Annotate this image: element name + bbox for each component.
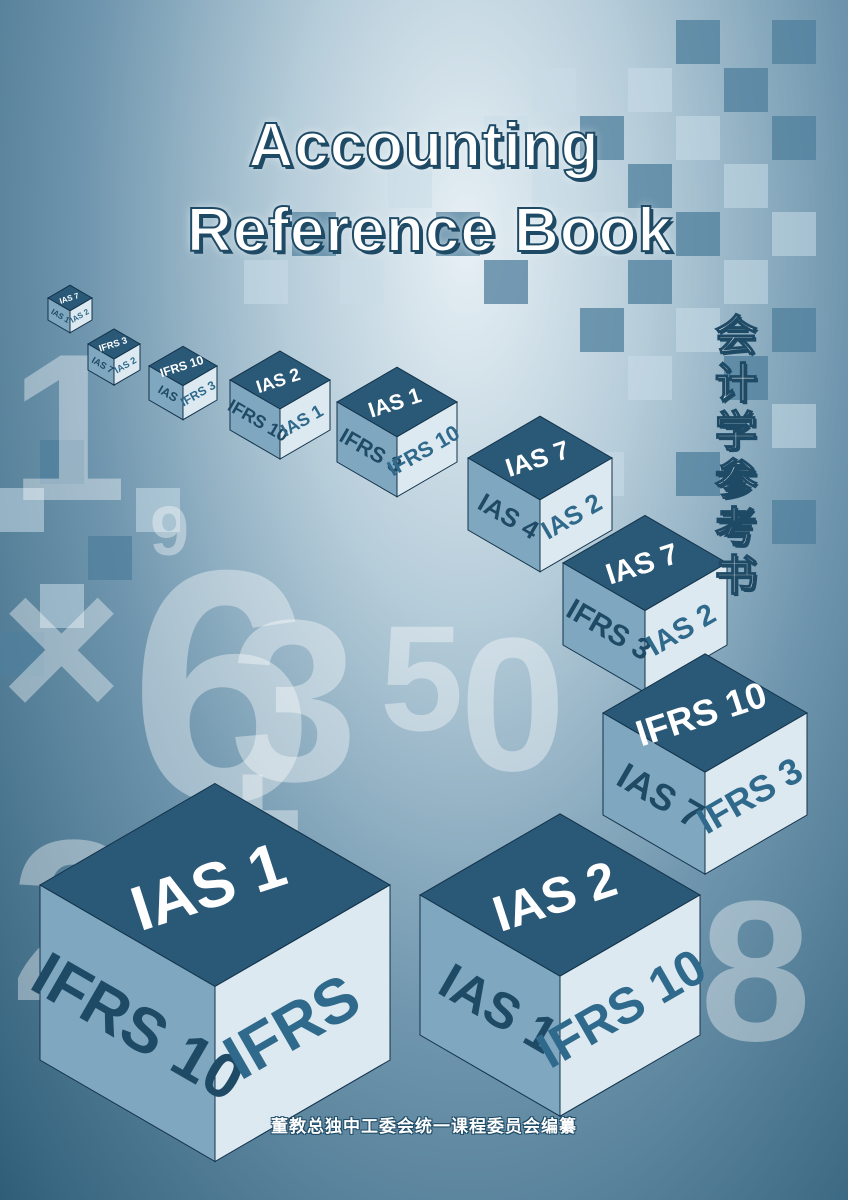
standard-cube: IFRS 10IASIFRS 3: [148, 345, 218, 421]
chinese-title: 会 计 学 参 考 书: [706, 311, 766, 601]
background-digit: 5: [380, 594, 463, 762]
title-line-2: Reference Book: [186, 195, 674, 266]
checker-square: [580, 308, 624, 352]
checker-square: [628, 68, 672, 112]
standard-cube: IAS 2IFRS 10IAS 1: [224, 350, 331, 460]
standard-cube: IAS 1IFRS 3IFRS 10: [335, 366, 464, 498]
standard-cube: IFRS 10IAS 7IFRS 3: [602, 653, 809, 876]
checker-square: [772, 500, 816, 544]
checker-square: [244, 260, 288, 304]
chinese-title-char: 参: [714, 455, 758, 505]
publisher-line: 董教总独中工委会统一课程委员会编纂: [271, 1117, 577, 1137]
title-line-1: Accounting: [248, 110, 600, 181]
checker-square: [676, 20, 720, 64]
chinese-title-char: 计: [714, 359, 758, 409]
checker-square: [772, 20, 816, 64]
chinese-title-char: 考: [714, 503, 758, 553]
chinese-title-char: 书: [714, 551, 758, 601]
checker-square: [484, 260, 528, 304]
background-digit: 0: [460, 599, 566, 811]
checker-square: [532, 68, 576, 112]
checker-square: [772, 308, 816, 352]
checker-square: [628, 260, 672, 304]
chinese-title-char: 会: [714, 311, 758, 361]
checker-square: [340, 260, 384, 304]
checker-square: [628, 356, 672, 400]
checker-square: [724, 68, 768, 112]
checker-square: [724, 260, 768, 304]
background-digit: ×: [0, 530, 123, 765]
book-cover: 19635028×+ IAS 7IAS 1IAS 2IFRS 3IAS 7IAS…: [0, 0, 848, 1200]
checker-square: [772, 404, 816, 448]
chinese-title-char: 学: [714, 407, 758, 457]
background-digit: 8: [700, 860, 811, 1083]
standard-cube: IAS 2IAS 1IFRS 10: [419, 813, 716, 1118]
